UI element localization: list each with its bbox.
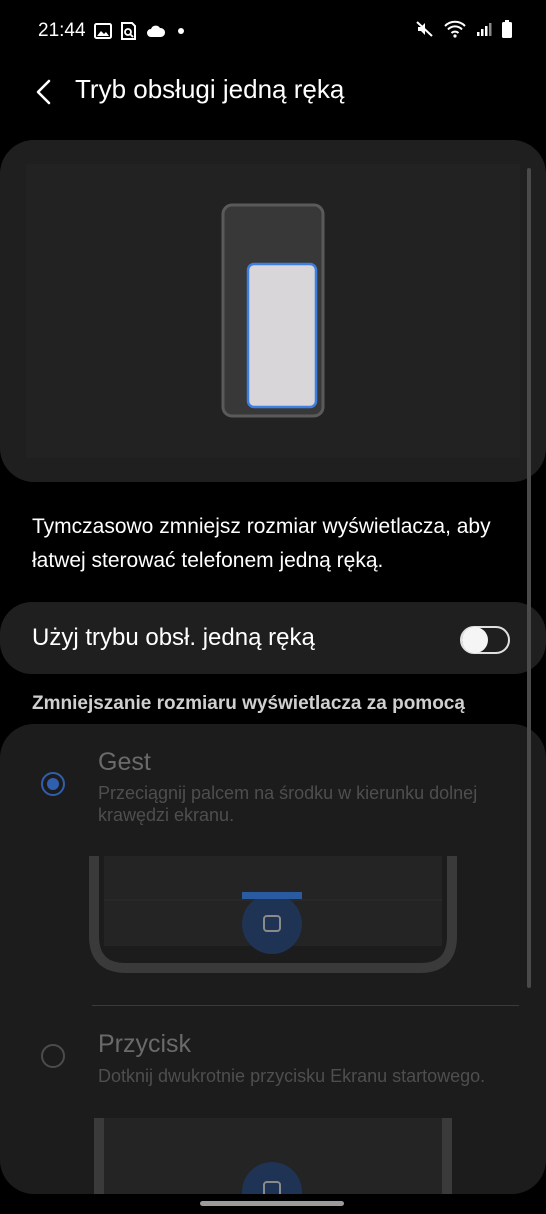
toggle-label: Użyj trybu obsł. jedną ręką	[32, 624, 315, 651]
gesture-radio[interactable]	[41, 772, 65, 796]
image-icon	[94, 23, 112, 39]
button-radio[interactable]	[41, 1044, 65, 1068]
gesture-title: Gest	[98, 748, 151, 776]
description-text: Tymczasowo zmniejsz rozmiar wyświetlacza…	[32, 515, 491, 572]
one-handed-mode-toggle-row[interactable]: Użyj trybu obsł. jedną ręką	[0, 602, 546, 674]
screenshot-search-icon	[121, 22, 136, 40]
option-button[interactable]: Przycisk Dotknij dwukrotnie przycisku Ek…	[0, 1006, 546, 1194]
status-right-icons	[416, 20, 512, 38]
cloud-icon	[147, 25, 166, 37]
signal-icon	[477, 23, 492, 36]
illustration-area	[26, 164, 520, 458]
dot-icon	[178, 28, 184, 34]
switch-knob	[462, 627, 488, 653]
back-button[interactable]	[28, 72, 60, 112]
back-arrow-icon	[36, 79, 51, 105]
button-description: Dotknij dwukrotnie przycisku Ekranu star…	[98, 1066, 486, 1086]
one-handed-mode-switch[interactable]	[460, 626, 510, 654]
status-left-icons	[94, 22, 188, 40]
option-gesture[interactable]: Gest Przeciągnij palcem na środku w kier…	[0, 724, 546, 1004]
page-title: Tryb obsługi jedną ręką	[75, 74, 345, 104]
header: Tryb obsługi jedną ręką	[0, 64, 546, 124]
mute-icon	[416, 21, 433, 37]
gesture-illustration	[89, 856, 457, 973]
status-time: 21:44	[38, 20, 86, 41]
options-card: Gest Przeciągnij palcem na środku w kier…	[0, 724, 546, 1194]
illustration-card	[0, 140, 546, 482]
scrollbar[interactable]	[527, 168, 531, 988]
wifi-icon	[444, 20, 466, 38]
gesture-description: Przeciągnij palcem na środku w kierunku …	[98, 783, 478, 825]
section-header: Zmniejszanie rozmiaru wyświetlacza za po…	[32, 693, 465, 714]
status-bar: 21:44	[0, 0, 546, 64]
button-title: Przycisk	[98, 1030, 192, 1058]
one-handed-phone-illustration	[221, 203, 325, 418]
home-indicator[interactable]	[200, 1201, 344, 1206]
battery-icon	[502, 20, 512, 38]
button-illustration	[94, 1118, 452, 1194]
